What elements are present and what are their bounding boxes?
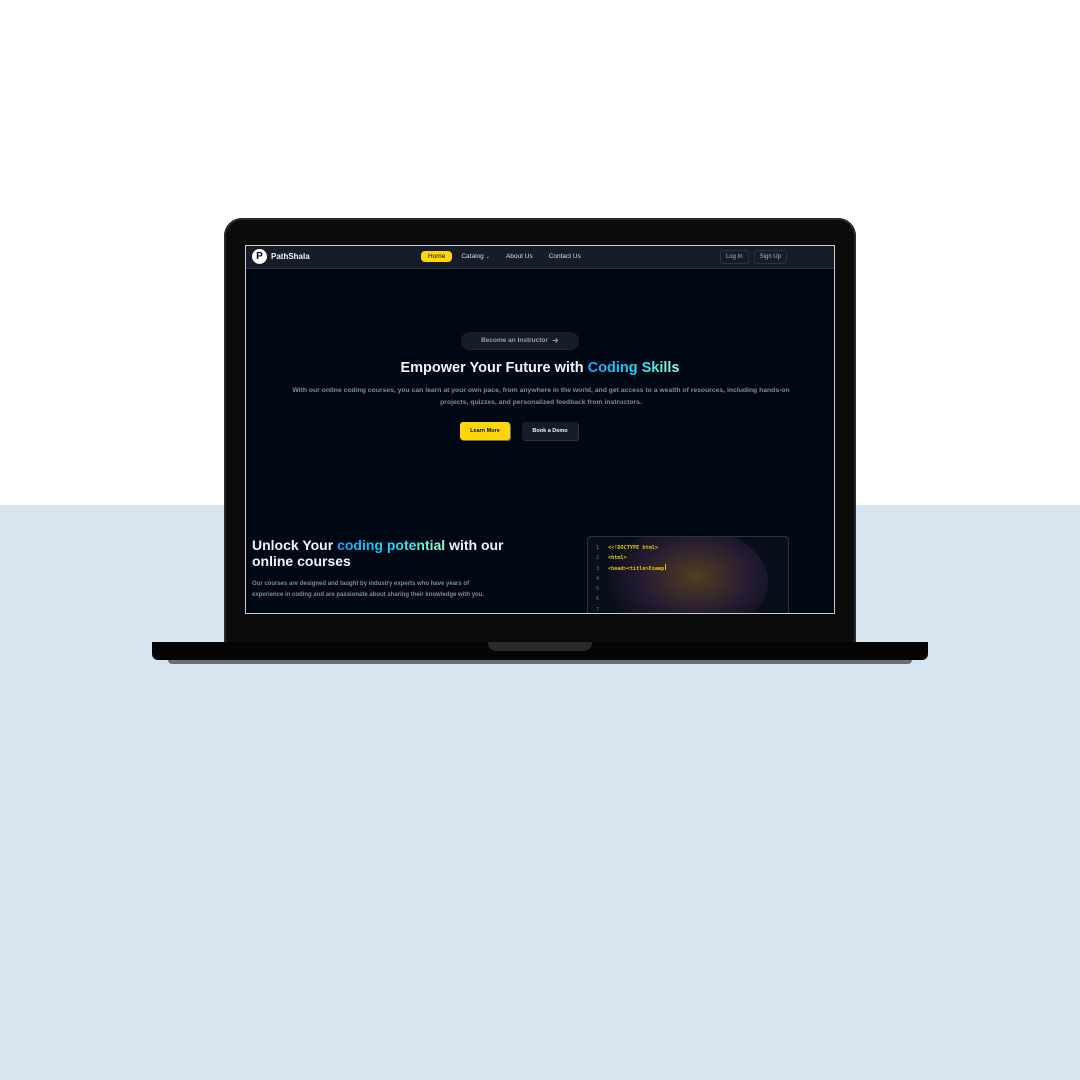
hero-subtitle: With our online coding courses, you can … xyxy=(292,387,790,406)
nav-links: Home Catalog ⌄ About Us Contact Us xyxy=(421,251,590,262)
line-number: 3 xyxy=(596,565,600,572)
line-number: 5 xyxy=(596,586,600,593)
nav-link-home[interactable]: Home xyxy=(421,251,453,262)
chevron-down-icon: ⌄ xyxy=(485,254,490,260)
section-title: Unlock Your coding potential with our on… xyxy=(252,537,512,569)
typing-caret xyxy=(665,563,667,570)
line-number: 7 xyxy=(596,606,600,613)
laptop-base-shadow xyxy=(168,660,912,664)
code-line: 1 <<!DOCTYPE html> xyxy=(596,543,666,553)
code-lines: 1 <<!DOCTYPE html> 2 <html> 3 <head><title>… xyxy=(596,543,667,613)
section-description: Our courses are designed and taught by i… xyxy=(252,581,485,598)
laptop-notch xyxy=(488,642,592,651)
code-line: 5 xyxy=(596,584,666,594)
code-line: 4 xyxy=(596,574,666,584)
code-line: 2 <html> xyxy=(596,553,666,563)
hero-title-highlight: Coding Skills xyxy=(587,360,680,376)
login-button[interactable]: Log In xyxy=(719,250,749,264)
hero-title-prefix: Empower Your Future with xyxy=(400,360,584,376)
line-number: 6 xyxy=(596,596,600,603)
laptop-screen: P PathShala Home Catalog ⌄ About Us Conta… xyxy=(245,245,835,614)
brand-name: PathShala xyxy=(271,252,310,261)
code-line: 6 xyxy=(596,594,666,604)
section-title-prefix: Unlock Your xyxy=(252,537,334,553)
line-number: 2 xyxy=(596,555,600,562)
nav-link-label: Catalog xyxy=(461,253,484,260)
code-line: 7 xyxy=(596,605,666,613)
line-number: 1 xyxy=(596,545,600,551)
code-line: 3 <head><title>Examp xyxy=(596,563,667,574)
code-text: <html> xyxy=(608,555,627,562)
nav-link-label: Contact Us xyxy=(548,253,581,260)
section-title-highlight: coding potential xyxy=(337,537,446,553)
logo-mark: P xyxy=(252,249,267,264)
book-demo-button[interactable]: Book a Demo xyxy=(522,422,578,440)
code-text: <head><title>Examp xyxy=(608,565,665,572)
auth-buttons: Log In Sign Up xyxy=(719,250,787,264)
code-text: <<!DOCTYPE html> xyxy=(608,545,658,551)
line-number: 4 xyxy=(596,575,600,582)
nav-link-about[interactable]: About Us xyxy=(499,251,540,262)
arrow-right-icon xyxy=(552,338,559,343)
become-instructor-label: Become an Instructor xyxy=(481,337,548,344)
signup-button[interactable]: Sign Up xyxy=(753,250,787,264)
nav-link-label: About Us xyxy=(505,253,533,260)
brand-logo[interactable]: P PathShala xyxy=(252,249,310,264)
become-instructor-button[interactable]: Become an Instructor xyxy=(461,332,579,349)
nav-link-contact[interactable]: Contact Us xyxy=(542,251,588,262)
learn-more-button[interactable]: Learn More xyxy=(460,422,510,440)
hero-title: Empower Your Future with Coding Skills xyxy=(246,360,834,376)
navbar: P PathShala Home Catalog ⌄ About Us Conta… xyxy=(246,246,834,269)
nav-link-catalog[interactable]: Catalog ⌄ xyxy=(454,251,497,262)
nav-link-label: Home xyxy=(428,253,446,260)
code-block: 1 <<!DOCTYPE html> 2 <html> 3 <head><title>… xyxy=(587,536,789,613)
